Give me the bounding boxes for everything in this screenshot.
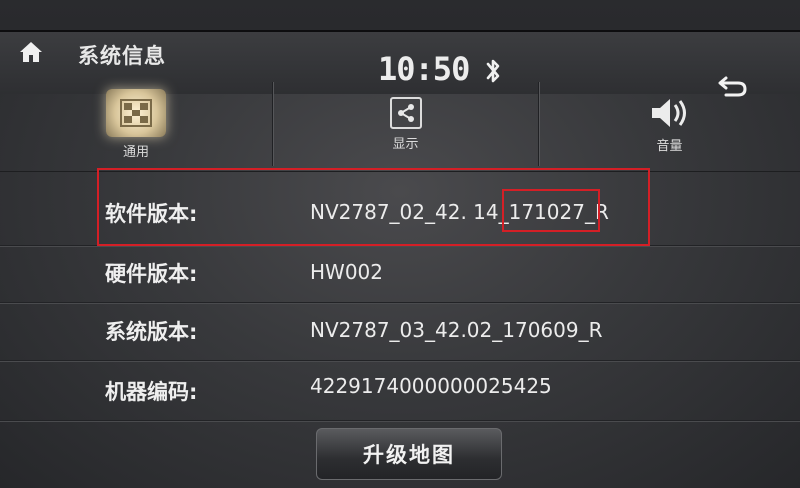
machine-code-value: 4229174000000025425 — [310, 374, 552, 398]
speaker-icon — [651, 99, 686, 127]
row-divider — [0, 302, 800, 303]
info-row-hardware-version: 硬件版本: HW002 — [0, 248, 800, 306]
home-button[interactable] — [14, 38, 48, 66]
info-row-machine-code: 机器编码: 4229174000000025425 — [0, 364, 800, 422]
share-icon — [389, 97, 422, 129]
settings-tabs: 通用 显示 音量 — [0, 78, 800, 172]
system-version-value: NV2787_03_42.02_170609_R — [310, 318, 603, 342]
tab-display-label: 显示 — [392, 137, 419, 152]
tab-general[interactable]: 通用 — [0, 78, 272, 171]
page-title: 系统信息 — [78, 44, 166, 68]
tab-display[interactable]: 显示 — [273, 78, 538, 171]
home-icon — [20, 42, 42, 62]
upgrade-map-button[interactable]: 升级地图 — [316, 428, 502, 480]
highlight-box-build-date — [502, 189, 600, 232]
hardware-version-label: 硬件版本: — [105, 262, 198, 286]
row-divider — [0, 360, 800, 361]
tab-volume[interactable]: 音量 — [539, 78, 800, 171]
grid-icon — [120, 99, 152, 127]
tab-volume-label: 音量 — [656, 139, 683, 154]
tab-general-icon-box — [106, 89, 166, 137]
row-divider — [0, 420, 800, 421]
hardware-version-value: HW002 — [310, 260, 383, 284]
machine-code-label: 机器编码: — [105, 380, 198, 404]
tab-general-label: 通用 — [122, 145, 149, 160]
info-row-system-version: 系统版本: NV2787_03_42.02_170609_R — [0, 306, 800, 364]
system-version-label: 系统版本: — [105, 320, 198, 344]
